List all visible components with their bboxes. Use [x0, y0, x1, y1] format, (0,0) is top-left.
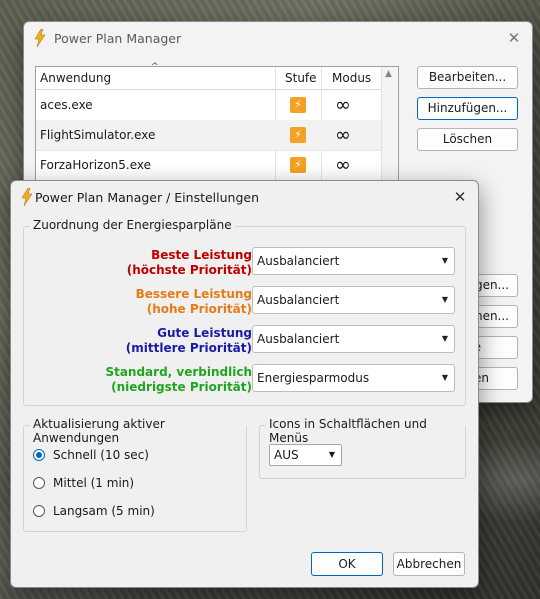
radio-label: Langsam (5 min) — [53, 504, 155, 518]
plan-label-line1: Beste Leistung — [151, 248, 252, 262]
plan-label-line2: (mittlere Priorität) — [125, 341, 252, 355]
column-header-stufe[interactable]: Stufe — [285, 67, 317, 89]
main-title: Power Plan Manager — [54, 31, 182, 46]
select-value: Ausbalanciert — [257, 332, 340, 346]
radio-fast[interactable]: Schnell (10 sec) — [33, 447, 183, 465]
select-value: Energiesparmodus — [257, 371, 370, 385]
row-name: FlightSimulator.exe — [40, 128, 156, 142]
cancel-button[interactable]: Abbrechen — [393, 552, 465, 576]
table-row[interactable]: ForzaHorizon5.exe ⚡ ∞ — [36, 150, 381, 181]
plan-label-best: Beste Leistung (höchste Priorität) — [34, 248, 252, 278]
edit-button[interactable]: Bearbeiten... — [417, 66, 518, 89]
lightning-icon — [21, 188, 33, 206]
plan-label-standard: Standard, verbindlich (niedrigste Priori… — [34, 365, 252, 395]
select-value: AUS — [274, 448, 299, 462]
add-button[interactable]: Hinzufügen... — [417, 97, 518, 120]
plans-group-title: Zuordnung der Energiesparpläne — [30, 218, 235, 232]
plan-label-line1: Gute Leistung — [157, 326, 252, 340]
lightning-icon: ⚡ — [290, 127, 306, 143]
plan-label-line1: Bessere Leistung — [135, 287, 252, 301]
radio-label: Schnell (10 sec) — [53, 448, 149, 462]
plan-label-line2: (hohe Priorität) — [146, 302, 252, 316]
radio-button[interactable] — [33, 449, 45, 461]
ok-button[interactable]: OK — [311, 552, 383, 576]
plan-select-standard[interactable]: Energiesparmodus ▼ — [252, 364, 455, 392]
chevron-down-icon: ▼ — [441, 373, 448, 382]
select-value: Ausbalanciert — [257, 293, 340, 307]
plan-select-best[interactable]: Ausbalanciert ▼ — [252, 247, 455, 275]
radio-button[interactable] — [33, 505, 45, 517]
plan-label-line2: (höchste Priorität) — [126, 263, 252, 277]
settings-dialog: Power Plan Manager / Einstellungen ✕ Zuo… — [10, 180, 479, 588]
column-header-modus[interactable]: Modus — [332, 67, 371, 89]
lightning-icon — [34, 29, 46, 47]
close-icon[interactable]: ✕ — [504, 28, 524, 48]
dialog-titlebar[interactable]: Power Plan Manager / Einstellungen ✕ — [11, 181, 478, 214]
plan-label-line2: (niedrigste Priorität) — [111, 380, 252, 394]
plan-label-better: Bessere Leistung (hohe Priorität) — [34, 287, 252, 317]
column-header-anwendung[interactable]: Anwendung — [40, 67, 111, 89]
chevron-down-icon: ▼ — [441, 295, 448, 304]
dialog-title: Power Plan Manager / Einstellungen — [35, 190, 260, 205]
select-value: Ausbalanciert — [257, 254, 340, 268]
chevron-down-icon: ▼ — [441, 334, 448, 343]
lightning-icon: ⚡ — [290, 97, 306, 113]
plans-group: Zuordnung der Energiesparpläne Beste Lei… — [23, 218, 466, 406]
radio-medium[interactable]: Mittel (1 min) — [33, 475, 183, 493]
sort-up-icon: ^ — [151, 62, 159, 72]
radio-button[interactable] — [33, 477, 45, 489]
radio-label: Mittel (1 min) — [53, 476, 135, 490]
chevron-down-icon: ▼ — [328, 450, 335, 459]
main-titlebar[interactable]: Power Plan Manager ✕ — [24, 22, 532, 55]
plan-label-line1: Standard, verbindlich — [105, 365, 252, 379]
plan-select-good[interactable]: Ausbalanciert ▼ — [252, 325, 455, 353]
lightning-icon: ⚡ — [290, 157, 306, 173]
close-icon[interactable]: ✕ — [450, 187, 470, 207]
row-name: aces.exe — [40, 98, 93, 112]
table-row[interactable]: FlightSimulator.exe ⚡ ∞ — [36, 120, 381, 151]
plan-select-better[interactable]: Ausbalanciert ▼ — [252, 286, 455, 314]
infinity-icon: ∞ — [335, 124, 351, 146]
infinity-icon: ∞ — [335, 154, 351, 176]
infinity-icon: ∞ — [335, 94, 351, 116]
delete-button[interactable]: Löschen — [417, 128, 518, 151]
scroll-up-icon[interactable]: ▲ — [385, 69, 392, 79]
update-group-title: Aktualisierung aktiver Anwendungen — [30, 417, 246, 445]
row-name: ForzaHorizon5.exe — [40, 158, 152, 172]
chevron-down-icon: ▼ — [441, 256, 448, 265]
icons-group-title: Icons in Schaltflächen und Menüs — [266, 417, 465, 445]
list-header: Anwendung ^ Stufe Modus — [36, 62, 381, 90]
plan-label-good: Gute Leistung (mittlere Priorität) — [34, 326, 252, 356]
table-row[interactable]: aces.exe ⚡ ∞ — [36, 90, 381, 121]
icons-select[interactable]: AUS ▼ — [269, 444, 342, 466]
radio-slow[interactable]: Langsam (5 min) — [33, 503, 183, 521]
